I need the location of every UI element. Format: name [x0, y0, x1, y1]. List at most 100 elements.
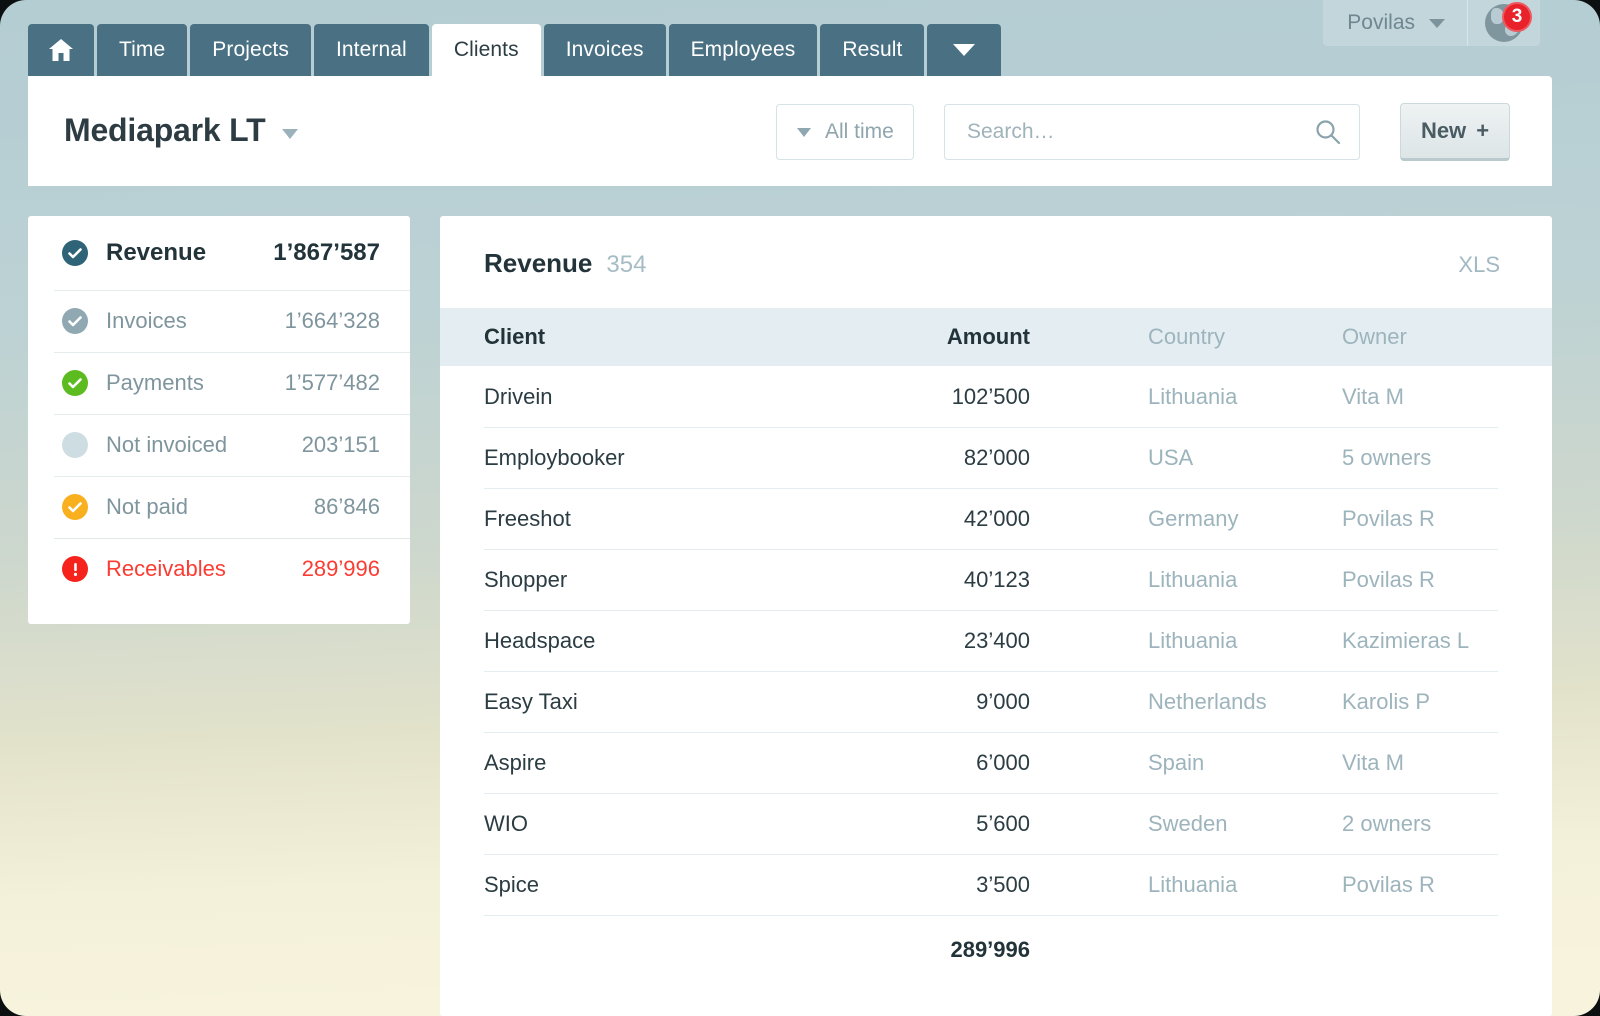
new-button[interactable]: New +: [1400, 103, 1510, 161]
summary-item-receivables[interactable]: Receivables 289’996: [28, 538, 410, 600]
tab-more-menu[interactable]: [927, 24, 1001, 76]
column-header-owner[interactable]: Owner: [1246, 324, 1506, 350]
table-row[interactable]: Employbooker 82’000 USA 5 owners: [440, 427, 1552, 488]
summary-item-label: Receivables: [106, 556, 302, 582]
cell-country: USA: [1030, 445, 1246, 471]
summary-item-value: 203’151: [302, 432, 380, 458]
cell-owner: Vita M: [1246, 750, 1506, 776]
cell-country: Spain: [1030, 750, 1246, 776]
cell-amount: 9’000: [900, 689, 1030, 715]
cell-owner: Povilas R: [1246, 567, 1506, 593]
tab-invoices[interactable]: Invoices: [544, 24, 666, 76]
divider: [54, 476, 410, 477]
cell-owner: 2 owners: [1246, 811, 1506, 837]
tab-internal[interactable]: Internal: [314, 24, 429, 76]
cell-owner: Vita M: [1246, 384, 1506, 410]
table-row[interactable]: Shopper 40’123 Lithuania Povilas R: [440, 549, 1552, 610]
divider: [484, 732, 1498, 733]
app-window: Time Projects Internal Clients Invoices …: [0, 0, 1600, 1016]
divider: [54, 538, 410, 539]
column-header-amount[interactable]: Amount: [900, 324, 1030, 350]
cell-country: Germany: [1030, 506, 1246, 532]
user-name-label: Povilas: [1347, 11, 1415, 35]
check-circle-icon: [62, 308, 88, 334]
table-header-row: Client Amount Country Owner: [440, 308, 1552, 366]
summary-item-not-invoiced[interactable]: Not invoiced 203’151: [28, 414, 410, 476]
table-row[interactable]: Headspace 23’400 Lithuania Kazimieras L: [440, 610, 1552, 671]
tab-employees[interactable]: Employees: [669, 24, 818, 76]
tab-label: Projects: [212, 38, 289, 62]
tab-label: Clients: [454, 38, 519, 62]
export-xls-link[interactable]: XLS: [1458, 252, 1500, 278]
divider: [54, 352, 410, 353]
table-row[interactable]: Aspire 6’000 Spain Vita M: [440, 732, 1552, 793]
plus-icon: +: [1476, 118, 1489, 144]
cell-amount: 40’123: [900, 567, 1030, 593]
divider: [484, 854, 1498, 855]
summary-item-label: Payments: [106, 370, 285, 396]
user-menu-button[interactable]: Povilas: [1323, 0, 1468, 46]
tab-projects[interactable]: Projects: [190, 24, 311, 76]
divider: [484, 793, 1498, 794]
table-row[interactable]: Freeshot 42’000 Germany Povilas R: [440, 488, 1552, 549]
summary-item-revenue[interactable]: Revenue 1’867’587: [28, 216, 410, 290]
cell-client: Easy Taxi: [440, 689, 900, 715]
account-cluster: Povilas 3: [1323, 0, 1540, 46]
cell-client: Employbooker: [440, 445, 900, 471]
chevron-down-icon: [1429, 19, 1445, 28]
summary-item-label: Not paid: [106, 494, 314, 520]
summary-item-invoices[interactable]: Invoices 1’664’328: [28, 290, 410, 352]
cell-amount: 6’000: [900, 750, 1030, 776]
cell-country: Lithuania: [1030, 384, 1246, 410]
tab-home[interactable]: [28, 24, 94, 76]
summary-item-not-paid[interactable]: Not paid 86’846: [28, 476, 410, 538]
summary-item-payments[interactable]: Payments 1’577’482: [28, 352, 410, 414]
table-title-text: Revenue: [484, 248, 592, 279]
sub-header-bar: Mediapark LT All time New +: [28, 76, 1552, 186]
period-filter-dropdown[interactable]: All time: [776, 104, 914, 160]
cell-owner: Kazimieras L: [1246, 628, 1506, 654]
search-icon[interactable]: [1315, 119, 1341, 145]
top-navigation-bar: Time Projects Internal Clients Invoices …: [0, 0, 1600, 76]
search-input[interactable]: [967, 105, 1307, 159]
cell-country: Lithuania: [1030, 872, 1246, 898]
chevron-down-icon: [282, 129, 298, 139]
notifications-button[interactable]: 3: [1468, 0, 1540, 46]
cell-client: Drivein: [440, 384, 900, 410]
table-row[interactable]: Spice 3’500 Lithuania Povilas R: [440, 854, 1552, 915]
exclamation-circle-icon: [62, 556, 88, 582]
cell-client: Shopper: [440, 567, 900, 593]
organization-selector[interactable]: Mediapark LT: [64, 112, 298, 149]
divider: [484, 671, 1498, 672]
cell-owner: 5 owners: [1246, 445, 1506, 471]
column-header-country[interactable]: Country: [1030, 324, 1246, 350]
table-title: Revenue 354: [484, 248, 646, 279]
cell-owner: Karolis P: [1246, 689, 1506, 715]
tab-label: Invoices: [566, 38, 644, 62]
cell-owner: Povilas R: [1246, 506, 1506, 532]
cell-client: WIO: [440, 811, 900, 837]
cell-amount: 3’500: [900, 872, 1030, 898]
empty-circle-icon: [62, 432, 88, 458]
tab-time[interactable]: Time: [97, 24, 187, 76]
table-row[interactable]: Drivein 102’500 Lithuania Vita M: [440, 366, 1552, 427]
table-title-bar: Revenue 354 XLS: [440, 216, 1552, 308]
revenue-table-panel: Revenue 354 XLS Client Amount Country Ow…: [440, 216, 1552, 1016]
tab-clients[interactable]: Clients: [432, 24, 541, 76]
cell-country: Lithuania: [1030, 567, 1246, 593]
main-tab-list: Time Projects Internal Clients Invoices …: [28, 24, 1004, 76]
divider: [54, 290, 410, 291]
cell-country: Lithuania: [1030, 628, 1246, 654]
search-box: [944, 104, 1360, 160]
tab-result[interactable]: Result: [820, 24, 924, 76]
summary-item-value: 1’664’328: [285, 308, 380, 334]
cell-amount: 42’000: [900, 506, 1030, 532]
chevron-down-icon: [797, 128, 811, 137]
table-row[interactable]: Easy Taxi 9’000 Netherlands Karolis P: [440, 671, 1552, 732]
table-total-row: 289’996: [440, 915, 1552, 985]
home-icon: [48, 38, 74, 62]
table-row[interactable]: WIO 5’600 Sweden 2 owners: [440, 793, 1552, 854]
tab-label: Employees: [691, 38, 796, 62]
cell-country: Sweden: [1030, 811, 1246, 837]
column-header-client[interactable]: Client: [440, 324, 900, 350]
